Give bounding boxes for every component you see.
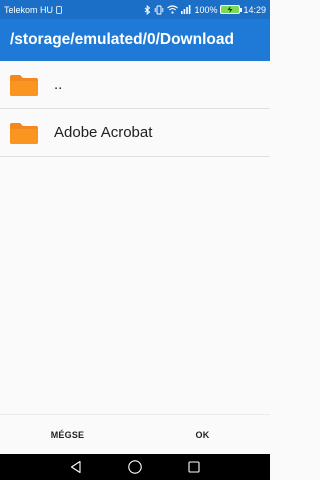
status-bar: Telekom HU 100% 14:29 xyxy=(0,0,270,19)
recents-icon[interactable] xyxy=(184,457,204,477)
app-bar: /storage/emulated/0/Download xyxy=(0,19,270,61)
clock: 14:29 xyxy=(243,4,266,15)
ok-button[interactable]: OK xyxy=(135,415,270,454)
sim-icon xyxy=(56,5,62,14)
home-icon[interactable] xyxy=(125,457,145,477)
carrier-label: Telekom HU xyxy=(4,4,54,15)
folder-icon xyxy=(9,121,39,145)
back-icon[interactable] xyxy=(66,457,86,477)
signal-icon xyxy=(181,5,191,14)
battery-icon xyxy=(220,5,243,14)
navigation-bar xyxy=(0,454,270,480)
file-name: .. xyxy=(54,76,63,93)
cancel-button[interactable]: MÉGSE xyxy=(0,415,135,454)
battery-percent: 100% xyxy=(194,4,218,15)
vibrate-icon xyxy=(154,5,164,15)
list-item-parent-directory[interactable]: .. xyxy=(0,61,270,109)
current-path-title: /storage/emulated/0/Download xyxy=(10,31,234,48)
file-list: .. Adobe Acrobat xyxy=(0,61,270,157)
wifi-icon xyxy=(167,5,179,14)
dialog-buttons: MÉGSE OK xyxy=(0,414,270,454)
list-item-adobe-acrobat[interactable]: Adobe Acrobat xyxy=(0,109,270,157)
bluetooth-icon xyxy=(144,4,151,15)
folder-icon xyxy=(9,73,39,97)
file-name: Adobe Acrobat xyxy=(54,124,153,141)
